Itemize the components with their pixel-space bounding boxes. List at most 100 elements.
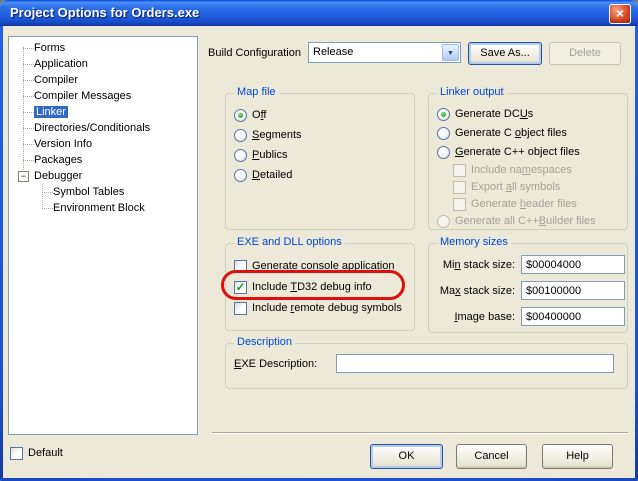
tree-item-label: Symbol Tables: [53, 186, 124, 198]
build-configuration-label: Build Configuration: [208, 42, 301, 64]
checkbox-label: Default: [28, 447, 63, 459]
checkbox-icon: [234, 260, 247, 273]
window-title: Project Options for Orders.exe: [10, 5, 199, 20]
cancel-button[interactable]: Cancel: [456, 444, 527, 469]
tree-item-label: Compiler Messages: [34, 90, 131, 102]
footer-separator: [212, 432, 628, 434]
min-stack-size-label: Min stack size:: [429, 257, 515, 273]
checkbox-label: Include namespaces: [471, 164, 572, 176]
window-border-left: [0, 26, 3, 481]
tree-item-compiler[interactable]: Compiler: [9, 72, 197, 88]
checkbox-label: Include TD32 debug info: [252, 281, 372, 293]
tree-dash: [23, 144, 34, 145]
checkbox-generate-header-files[interactable]: Generate header files: [453, 196, 577, 212]
radio-label: Publics: [252, 149, 287, 161]
linker-output-group-title: Linker output: [437, 86, 507, 98]
max-stack-size-field[interactable]: [521, 281, 625, 300]
tree-item-linker[interactable]: Linker: [9, 104, 197, 120]
checkbox-icon: [234, 302, 247, 315]
chevron-down-icon[interactable]: ▼: [442, 44, 459, 61]
radio-icon: [437, 127, 450, 140]
checkbox-label: Generate header files: [471, 198, 577, 210]
checkbox-label: Include remote debug symbols: [252, 302, 402, 314]
description-group-title: Description: [234, 336, 295, 348]
tree-dash: [23, 80, 34, 81]
tree-collapse-icon[interactable]: −: [18, 171, 29, 182]
radio-generate-c-object[interactable]: Generate C object files: [437, 125, 567, 141]
min-stack-size-field[interactable]: [521, 255, 625, 274]
tree-item-forms[interactable]: Forms: [9, 40, 197, 56]
radio-map-segments[interactable]: Segments: [234, 127, 302, 143]
tree-item-label: Debugger: [34, 170, 82, 182]
memory-sizes-group-title: Memory sizes: [437, 236, 511, 248]
image-base-label: Image base:: [429, 309, 515, 325]
checkbox-generate-console-application[interactable]: Generate console application: [234, 258, 395, 274]
radio-generate-all-cppbuilder[interactable]: Generate all C++Builder files: [437, 213, 596, 229]
tree-item-label: Directories/Conditionals: [34, 122, 150, 134]
tree-item-compiler-messages[interactable]: Compiler Messages: [9, 88, 197, 104]
tree-item-symbol-tables[interactable]: Symbol Tables: [9, 184, 197, 200]
tree-item-label: Forms: [34, 42, 65, 54]
tree-dash: [42, 192, 53, 193]
radio-generate-cpp-object[interactable]: Generate C++ object files: [437, 144, 580, 160]
map-file-group-title: Map file: [234, 86, 279, 98]
radio-icon: [234, 129, 247, 142]
tree-item-label: Packages: [34, 154, 82, 166]
checkbox-label: Export all symbols: [471, 181, 560, 193]
radio-label: Generate C object files: [455, 127, 567, 139]
combobox-value: Release: [313, 46, 353, 58]
tree-item-label: Application: [34, 58, 88, 70]
exe-description-field[interactable]: [336, 354, 614, 373]
tree-item-debugger[interactable]: − Debugger: [9, 168, 197, 184]
help-button[interactable]: Help: [542, 444, 613, 469]
checkbox-include-namespaces[interactable]: Include namespaces: [453, 162, 572, 178]
checkbox-icon: [453, 164, 466, 177]
tree-item-application[interactable]: Application: [9, 56, 197, 72]
radio-label: Generate DCUs: [455, 108, 533, 120]
radio-icon: [234, 149, 247, 162]
linker-output-group: Linker output Generate DCUs Generate C o…: [428, 93, 628, 230]
radio-icon: [234, 169, 247, 182]
exe-dll-group-title: EXE and DLL options: [234, 236, 345, 248]
save-as-button[interactable]: Save As...: [468, 42, 542, 65]
max-stack-size-label: Max stack size:: [429, 283, 515, 299]
exe-dll-options-group: EXE and DLL options Generate console app…: [225, 243, 415, 331]
tree-item-label: Version Info: [34, 138, 92, 150]
tree-item-label: Compiler: [34, 74, 78, 86]
tree-dash: [23, 48, 34, 49]
delete-button[interactable]: Delete: [549, 42, 621, 65]
radio-icon: [437, 215, 450, 228]
close-button[interactable]: ×: [609, 4, 631, 24]
radio-icon: [437, 146, 450, 159]
tree-item-packages[interactable]: Packages: [9, 152, 197, 168]
radio-icon: [437, 108, 450, 121]
checkbox-include-remote-debug-symbols[interactable]: Include remote debug symbols: [234, 300, 402, 316]
checkbox-icon: [453, 181, 466, 194]
radio-map-detailed[interactable]: Detailed: [234, 167, 292, 183]
ok-button[interactable]: OK: [370, 444, 443, 469]
checkbox-checked-icon: ✓: [234, 281, 247, 294]
radio-generate-dcus[interactable]: Generate DCUs: [437, 106, 533, 122]
radio-map-off[interactable]: Off: [234, 107, 266, 123]
project-options-dialog: Project Options for Orders.exe × Forms A…: [0, 0, 638, 481]
tree-dash: [23, 64, 34, 65]
image-base-field[interactable]: [521, 307, 625, 326]
description-group: Description EXE Description:: [225, 343, 628, 389]
build-configuration-combobox[interactable]: Release ▼: [308, 42, 461, 63]
radio-label: Generate all C++Builder files: [455, 215, 596, 227]
checkbox-export-all-symbols[interactable]: Export all symbols: [453, 179, 560, 195]
map-file-group: Map file Off Segments Publics Detailed: [225, 93, 415, 230]
radio-label: Off: [252, 109, 266, 121]
titlebar[interactable]: Project Options for Orders.exe ×: [0, 0, 638, 26]
tree-dash: [23, 128, 34, 129]
category-tree[interactable]: Forms Application Compiler Compiler Mess…: [8, 36, 198, 435]
checkbox-default[interactable]: Default: [10, 445, 63, 461]
tree-item-version-info[interactable]: Version Info: [9, 136, 197, 152]
tree-item-directories-conditionals[interactable]: Directories/Conditionals: [9, 120, 197, 136]
tree-item-environment-block[interactable]: Environment Block: [9, 200, 197, 216]
radio-map-publics[interactable]: Publics: [234, 147, 287, 163]
checkbox-label: Generate console application: [252, 260, 395, 272]
checkbox-include-td32-debug-info[interactable]: ✓ Include TD32 debug info: [234, 279, 372, 295]
tree-dash: [23, 112, 34, 113]
tree-dash: [23, 160, 34, 161]
